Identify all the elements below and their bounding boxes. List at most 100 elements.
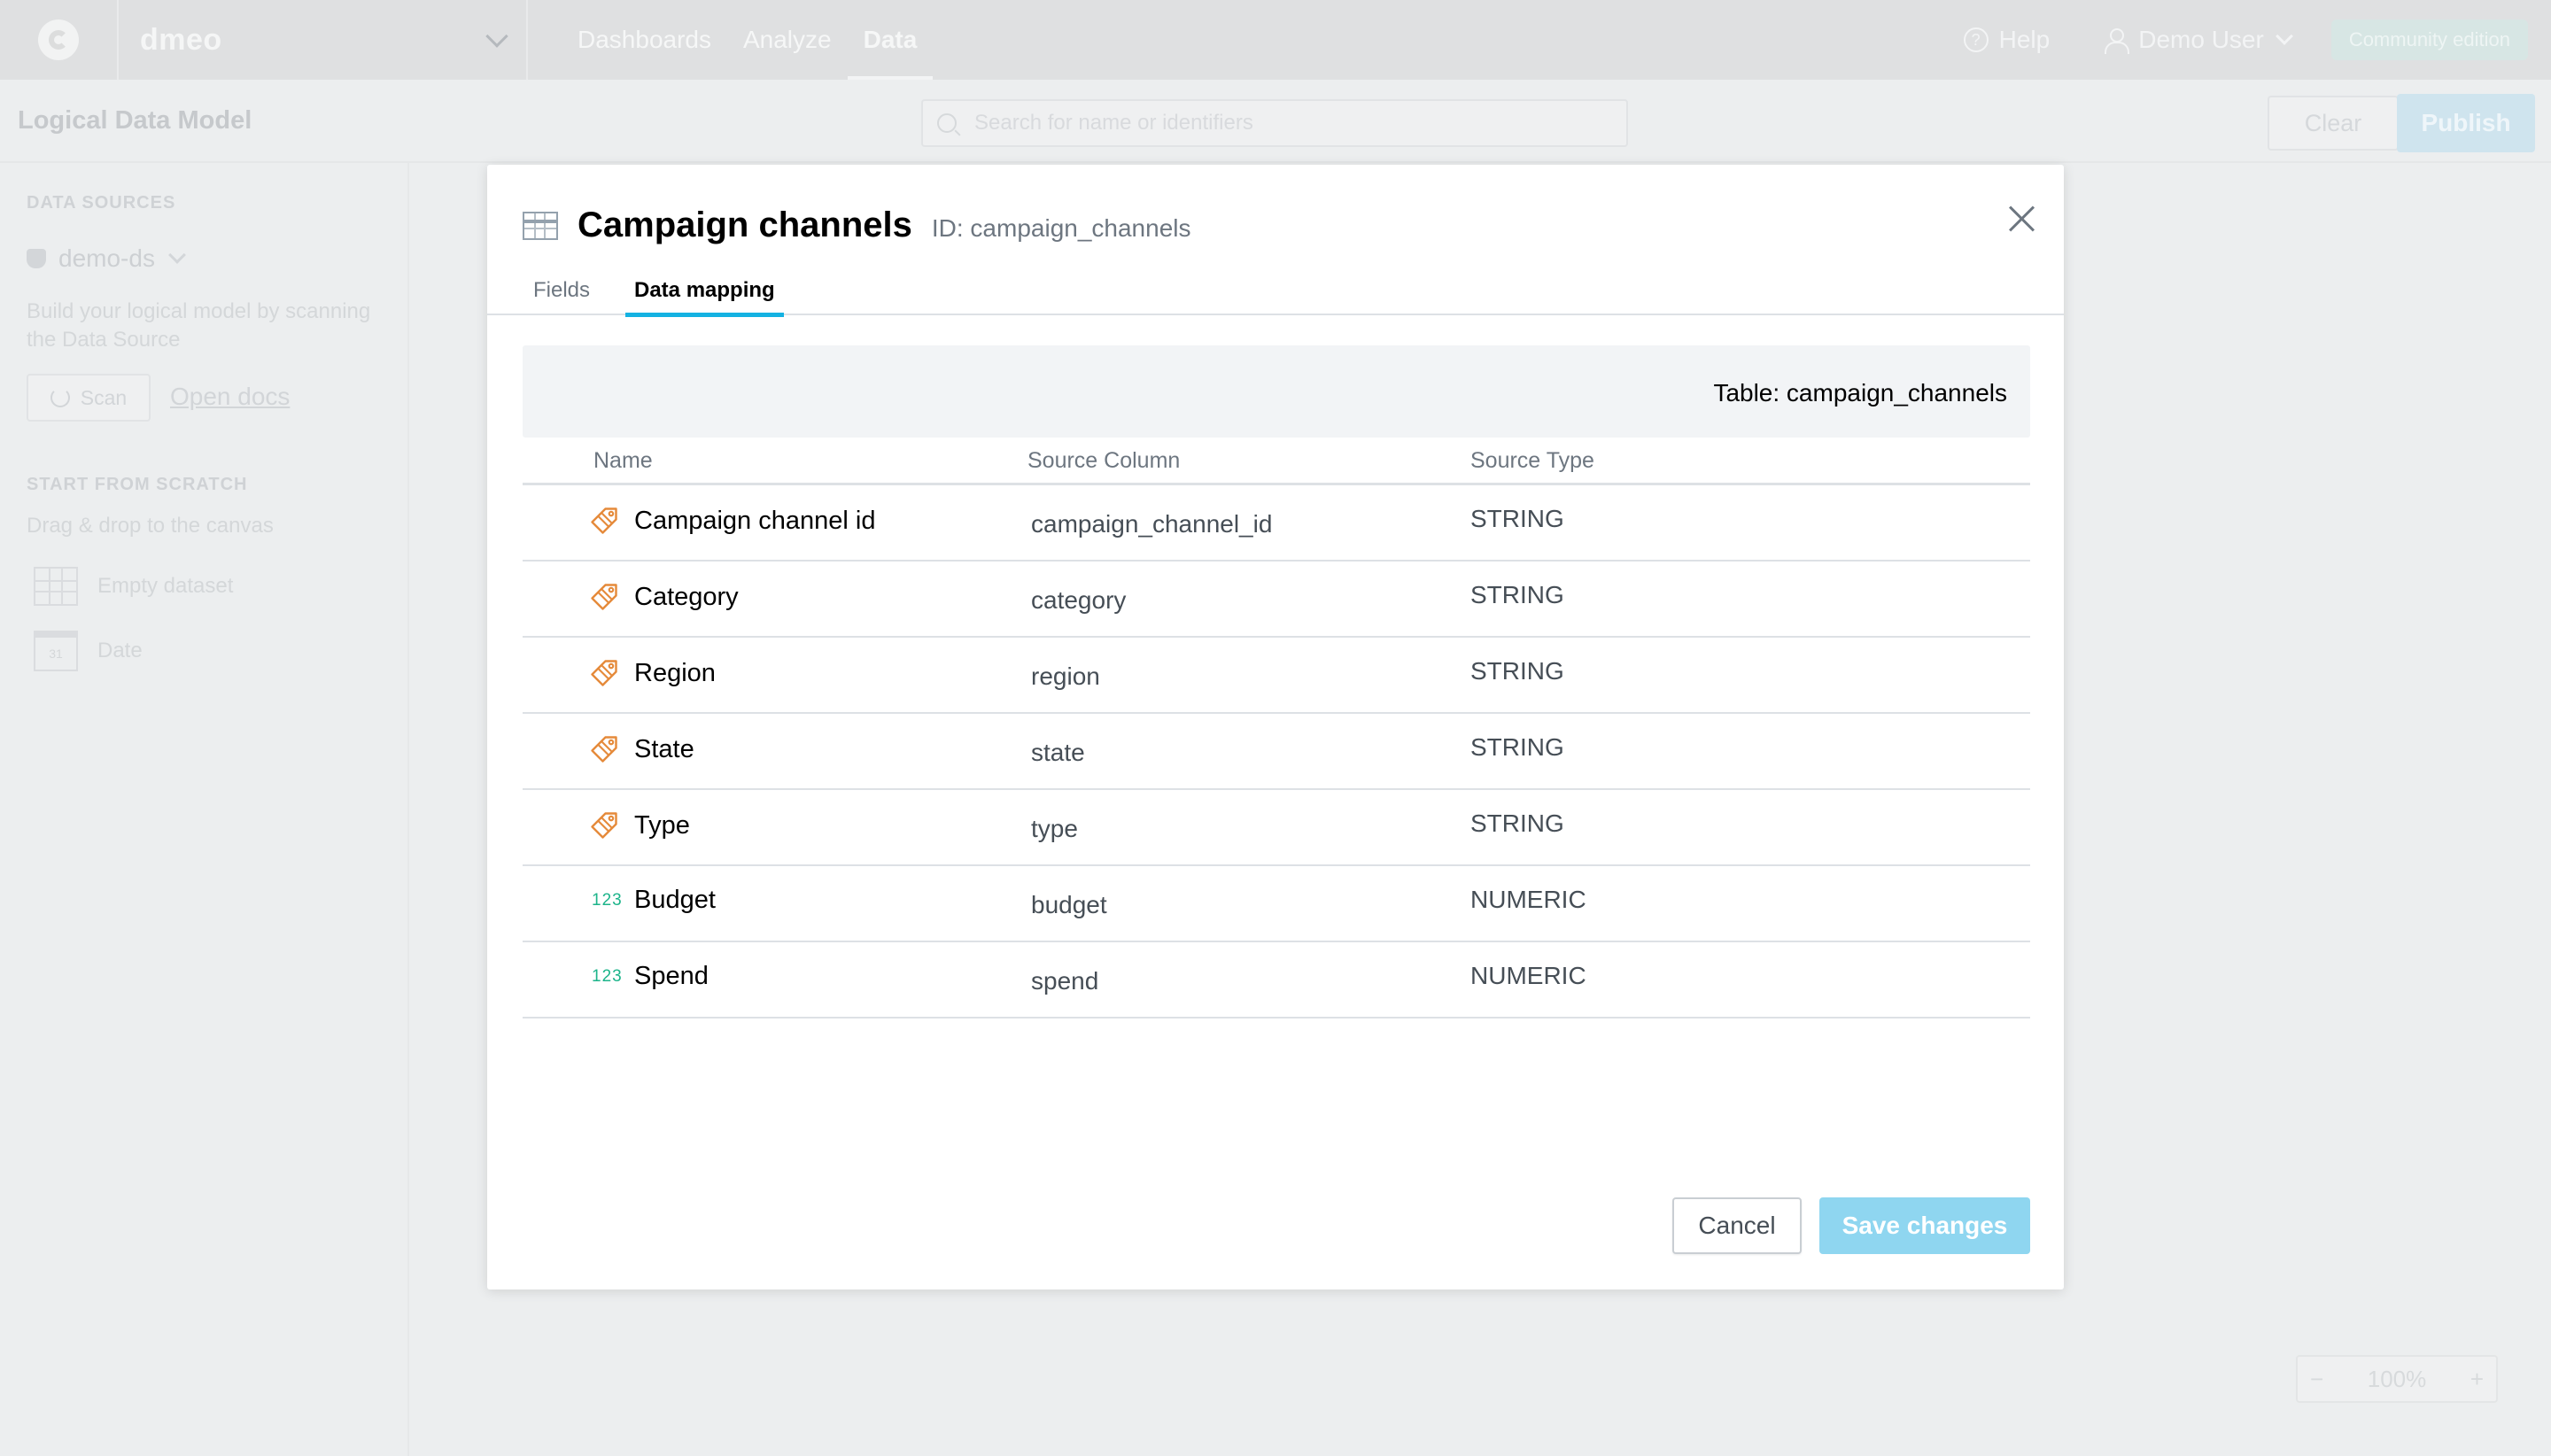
- empty-dataset-item[interactable]: Empty dataset: [34, 567, 233, 606]
- user-icon: [2103, 27, 2130, 54]
- source-column-cell: spend: [1031, 967, 1099, 995]
- nav-dashboards[interactable]: Dashboards: [562, 0, 727, 80]
- field-name: Type: [634, 810, 690, 840]
- data-sources-heading: DATA SOURCES: [27, 193, 176, 213]
- dialog-header: Campaign channels ID: campaign_channels: [523, 205, 1191, 245]
- save-changes-button[interactable]: Save changes: [1819, 1197, 2030, 1254]
- clear-button[interactable]: Clear: [2268, 96, 2399, 151]
- column-header-name: Name: [593, 448, 653, 473]
- start-from-scratch-heading: START FROM SCRATCH: [27, 475, 248, 494]
- data-source-name: demo-ds: [58, 244, 155, 272]
- cancel-button[interactable]: Cancel: [1672, 1197, 1802, 1254]
- attribute-tag-icon: [588, 733, 620, 765]
- source-type-cell: STRING: [1470, 809, 1564, 837]
- field-name-cell: 123 Budget: [592, 886, 716, 915]
- mapping-table: Name Source Column Source Type Campaign …: [523, 448, 2030, 1018]
- source-table-label: Table: campaign_channels: [1713, 379, 2007, 407]
- publish-button[interactable]: Publish: [2397, 94, 2535, 152]
- attribute-tag-icon: [588, 657, 620, 689]
- column-header-source-column: Source Column: [1027, 448, 1181, 473]
- source-column-cell: campaign_channel_id: [1031, 510, 1273, 538]
- workspace-name: dmeo: [140, 22, 222, 57]
- source-column-cell: type: [1031, 815, 1078, 842]
- source-column-cell: budget: [1031, 891, 1107, 918]
- field-name-cell: Region: [591, 657, 716, 689]
- numeric-fact-icon: 123: [592, 890, 623, 910]
- logo-icon: [38, 19, 79, 60]
- data-source-select[interactable]: demo-ds: [27, 244, 186, 273]
- attribute-tag-icon: [588, 581, 620, 613]
- help-label: Help: [1998, 26, 2051, 53]
- attribute-tag-icon: [588, 809, 620, 841]
- user-name: Demo User: [2138, 26, 2264, 53]
- field-name: Campaign channel id: [634, 506, 876, 535]
- zoom-out-button[interactable]: −: [2310, 1366, 2323, 1393]
- source-type-cell: NUMERIC: [1470, 886, 1586, 913]
- source-type-cell: STRING: [1470, 733, 1564, 761]
- page-title: Logical Data Model: [18, 106, 252, 135]
- table-icon: [523, 211, 558, 240]
- close-icon[interactable]: [2005, 202, 2037, 234]
- source-type-cell: NUMERIC: [1470, 962, 1586, 989]
- table-row: Category category STRING: [523, 561, 2030, 638]
- app-logo[interactable]: [0, 0, 119, 80]
- dialog-tabs: Fields Data mapping: [487, 275, 2064, 317]
- field-name: State: [634, 734, 694, 763]
- dialog-title: Campaign channels: [578, 205, 912, 244]
- numeric-fact-icon: 123: [592, 966, 623, 986]
- source-column-cell: category: [1031, 586, 1127, 614]
- source-type-cell: STRING: [1470, 657, 1564, 685]
- nav-data[interactable]: Data: [847, 0, 934, 80]
- zoom-in-button[interactable]: +: [2470, 1366, 2484, 1393]
- source-table-banner: Table: campaign_channels: [523, 345, 2030, 438]
- ldm-header: Logical Data Model Search for name or id…: [0, 80, 2551, 163]
- tab-data-mapping[interactable]: Data mapping: [625, 278, 784, 317]
- sidebar: DATA SOURCES demo-ds Build your logical …: [0, 163, 409, 1456]
- attribute-tag-icon: [588, 505, 620, 537]
- zoom-control: − 100% +: [2296, 1355, 2498, 1403]
- chevron-down-icon: [2275, 27, 2293, 45]
- refresh-icon: [50, 388, 70, 407]
- table-row: Campaign channel id campaign_channel_id ST…: [523, 485, 2030, 561]
- field-name-cell: Campaign channel id: [591, 505, 876, 537]
- scan-label: Scan: [80, 385, 128, 409]
- nav-analyze[interactable]: Analyze: [727, 0, 848, 80]
- open-docs-link[interactable]: Open docs: [170, 383, 290, 411]
- field-name-cell: Category: [591, 581, 739, 613]
- field-name: Region: [634, 658, 716, 687]
- source-type-cell: STRING: [1470, 581, 1564, 608]
- source-type-cell: STRING: [1470, 505, 1564, 532]
- scratch-hint: Drag & drop to the canvas: [27, 514, 274, 538]
- field-name: Budget: [634, 886, 716, 914]
- dataset-id: ID: campaign_channels: [931, 214, 1191, 242]
- search-input[interactable]: Search for name or identifiers: [921, 99, 1628, 147]
- database-icon: [27, 249, 46, 268]
- empty-dataset-label: Empty dataset: [97, 574, 234, 598]
- tab-fields[interactable]: Fields: [524, 278, 599, 315]
- date-label: Date: [97, 639, 143, 662]
- source-column-cell: region: [1031, 662, 1100, 690]
- table-row: 123 Budget budget NUMERIC: [523, 866, 2030, 942]
- user-menu[interactable]: Demo User: [2103, 26, 2293, 54]
- chevron-down-icon: [485, 25, 508, 48]
- chevron-down-icon: [168, 246, 186, 264]
- edition-badge[interactable]: Community edition: [2330, 19, 2528, 60]
- help-menu[interactable]: ? Help: [1963, 26, 2051, 54]
- table-row: State state STRING: [523, 714, 2030, 790]
- field-name-cell: 123 Spend: [592, 962, 709, 991]
- dataset-grid-icon: [34, 567, 78, 606]
- help-icon: ?: [1963, 27, 1989, 52]
- column-header-source-type: Source Type: [1470, 448, 1594, 473]
- scan-button[interactable]: Scan: [27, 374, 151, 422]
- main-nav: Dashboards Analyze Data: [562, 0, 934, 80]
- table-row: Type type STRING: [523, 790, 2030, 866]
- field-name: Spend: [634, 962, 709, 990]
- scan-hint: Build your logical model by scanning the…: [27, 299, 371, 352]
- search-icon: [937, 113, 957, 133]
- top-bar: dmeo Dashboards Analyze Data ? Help Demo…: [0, 0, 2551, 80]
- date-item[interactable]: 31 Date: [34, 631, 143, 671]
- workspace-switcher[interactable]: dmeo: [119, 0, 528, 80]
- search-placeholder: Search for name or identifiers: [974, 111, 1253, 135]
- table-row: 123 Spend spend NUMERIC: [523, 942, 2030, 1018]
- mapping-table-header: Name Source Column Source Type: [523, 448, 2030, 485]
